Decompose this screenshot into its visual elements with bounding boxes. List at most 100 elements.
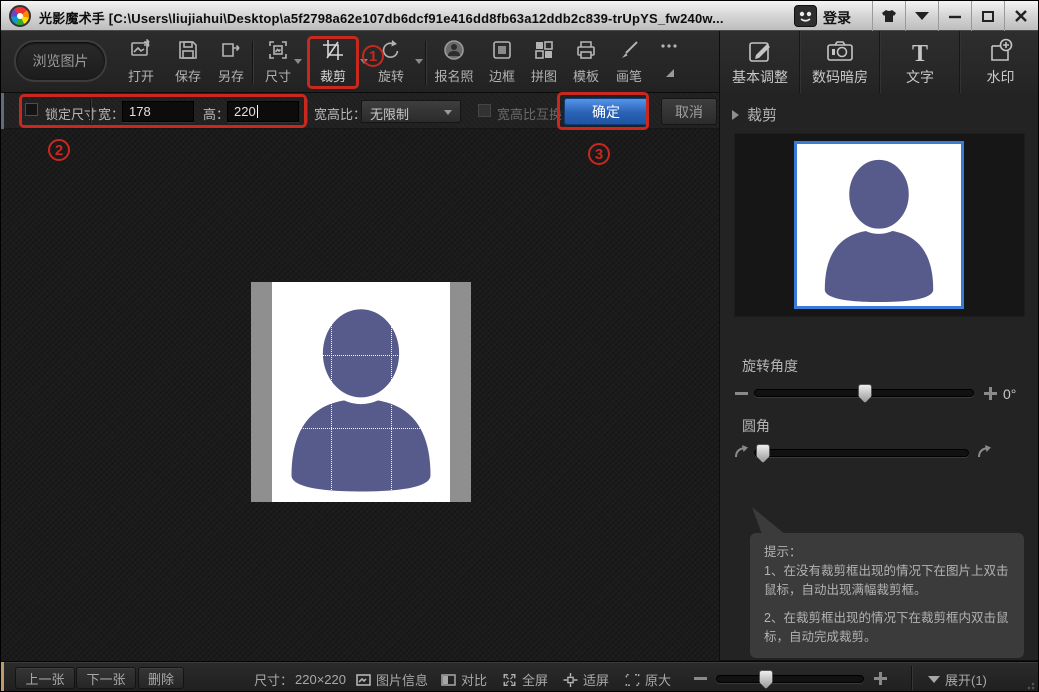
crop-section-title: 裁剪 (747, 104, 777, 125)
save-as-button[interactable]: 另存 (209, 37, 253, 89)
expand-panel-button[interactable]: 展开(1) (928, 670, 987, 689)
crop-panel: 裁剪 旋转角度 0° 圆角 提示： (719, 93, 1039, 661)
compare-icon (441, 673, 456, 687)
triangle-right-icon (732, 110, 739, 120)
close-button[interactable] (1004, 1, 1037, 31)
bottom-bar: 上一张 下一张 删除 尺寸：220×220 图片信息 对比 全屏 适屏 原大 (1, 661, 1039, 692)
tab-text[interactable]: T 文字 (881, 31, 960, 93)
image-canvas[interactable] (1, 129, 719, 661)
skin-button[interactable] (872, 1, 905, 31)
save-button[interactable]: 保存 (166, 37, 210, 89)
login-avatar-icon[interactable] (794, 5, 817, 27)
app-logo-icon (9, 5, 31, 27)
watermark-icon (961, 31, 1039, 65)
avatar-silhouette (809, 148, 949, 304)
zoom-out-icon[interactable] (694, 672, 707, 685)
crop-preview-thumbnail[interactable] (794, 141, 964, 309)
login-button[interactable]: 登录 (823, 8, 851, 28)
brush-icon (607, 37, 651, 63)
corner-small-icon (734, 444, 750, 460)
rotation-value: 0° (1003, 386, 1016, 402)
template-button[interactable]: 模板 (564, 37, 608, 89)
swap-ratio-checkbox[interactable] (478, 104, 491, 117)
rotate-minus-icon[interactable] (735, 387, 748, 400)
tab-digital-darkroom[interactable]: 数码暗房 (801, 31, 880, 93)
fit-screen-button[interactable]: 适屏 (563, 670, 609, 689)
more-tools-button[interactable] (651, 37, 687, 89)
crop-gridline (391, 282, 392, 502)
crop-preview-area (735, 134, 1024, 316)
open-icon (119, 37, 163, 63)
resize-dropdown-icon[interactable] (294, 59, 302, 64)
original-size-button[interactable]: 原大 (625, 670, 671, 689)
rotation-angle-label: 旋转角度 (742, 356, 798, 376)
photo-gray-margin (251, 282, 272, 502)
annotation-step-3: 3 (588, 143, 610, 165)
annotation-box-size-fields (19, 94, 307, 128)
image-info-button[interactable]: 图片信息 (356, 670, 428, 689)
aspect-ratio-label: 宽高比： (314, 104, 366, 123)
tips-bubble-pointer (752, 507, 786, 535)
camera-icon (801, 31, 879, 65)
cancel-button[interactable]: 取消 (661, 98, 717, 125)
minimize-button[interactable] (938, 1, 971, 31)
rotate-dropdown-icon[interactable] (415, 59, 423, 64)
chevron-down-icon (915, 12, 929, 20)
zoom-in-icon[interactable] (874, 672, 887, 685)
compare-button[interactable]: 对比 (441, 670, 487, 689)
more-icon (651, 37, 687, 63)
round-corner-slider[interactable] (754, 449, 969, 457)
fit-screen-icon (563, 673, 578, 687)
chevron-down-icon (444, 110, 452, 115)
open-button[interactable]: 打开 (119, 37, 163, 89)
collage-button[interactable]: 拼图 (522, 37, 566, 89)
size-label: 尺寸： (254, 670, 293, 689)
rotate-plus-icon[interactable] (984, 387, 997, 400)
border-button[interactable]: 边框 (480, 37, 524, 89)
aspect-ratio-select[interactable]: 无限制 (361, 100, 461, 123)
next-button[interactable]: 下一张 (76, 667, 136, 689)
basic-adjust-icon (721, 31, 799, 65)
maximize-button[interactable] (971, 1, 1004, 31)
tab-basic-adjust[interactable]: 基本调整 (721, 31, 800, 93)
zoom-slider[interactable] (716, 675, 864, 683)
previous-button[interactable]: 上一张 (15, 667, 75, 689)
annotation-box-confirm (557, 92, 649, 130)
toolbar-separator (252, 41, 253, 85)
photo-image[interactable] (251, 282, 471, 502)
annotation-box-crop-tool (307, 36, 359, 89)
collapse-button[interactable] (905, 1, 938, 31)
panel-edge-sliver (1, 662, 4, 692)
save-icon (166, 37, 210, 63)
original-size-icon (625, 673, 640, 687)
window-title: 光影魔术手 [C:\Users\liujiahui\Desktop\a5f279… (39, 8, 724, 27)
zoom-slider-thumb[interactable] (759, 670, 773, 689)
crop-selection[interactable] (272, 282, 450, 502)
panel-edge-sliver (1, 93, 4, 129)
resize-grip[interactable] (1027, 680, 1037, 690)
brush-button[interactable]: 画笔 (607, 37, 651, 89)
bottombar-separator (911, 666, 912, 690)
tab-watermark[interactable]: 水印 (961, 31, 1039, 93)
crop-gridline (272, 355, 450, 356)
annotation-step-1: 1 (362, 45, 384, 67)
crop-gridline (331, 282, 332, 502)
rotation-slider-thumb[interactable] (858, 384, 872, 403)
corner-expand-icon (663, 68, 675, 78)
titlebar: 光影魔术手 [C:\Users\liujiahui\Desktop\a5f279… (1, 1, 1039, 31)
id-photo-button[interactable]: 报名照 (430, 37, 478, 89)
border-icon (480, 37, 524, 63)
save-as-icon (209, 37, 253, 63)
fullscreen-button[interactable]: 全屏 (502, 670, 548, 689)
fullscreen-icon (502, 673, 517, 687)
right-tab-bar: 基本调整 数码暗房 T 文字 水印 (719, 31, 1039, 93)
id-photo-icon (430, 37, 478, 63)
annotation-step-2: 2 (48, 139, 70, 161)
delete-button[interactable]: 删除 (138, 667, 184, 689)
crop-section-header[interactable]: 裁剪 (732, 104, 777, 125)
round-corner-slider-thumb[interactable] (756, 444, 770, 463)
round-corner-label: 圆角 (742, 416, 770, 436)
browse-images-button[interactable]: 浏览图片 (14, 40, 107, 82)
text-icon: T (881, 31, 959, 65)
rotation-slider[interactable] (754, 389, 974, 397)
